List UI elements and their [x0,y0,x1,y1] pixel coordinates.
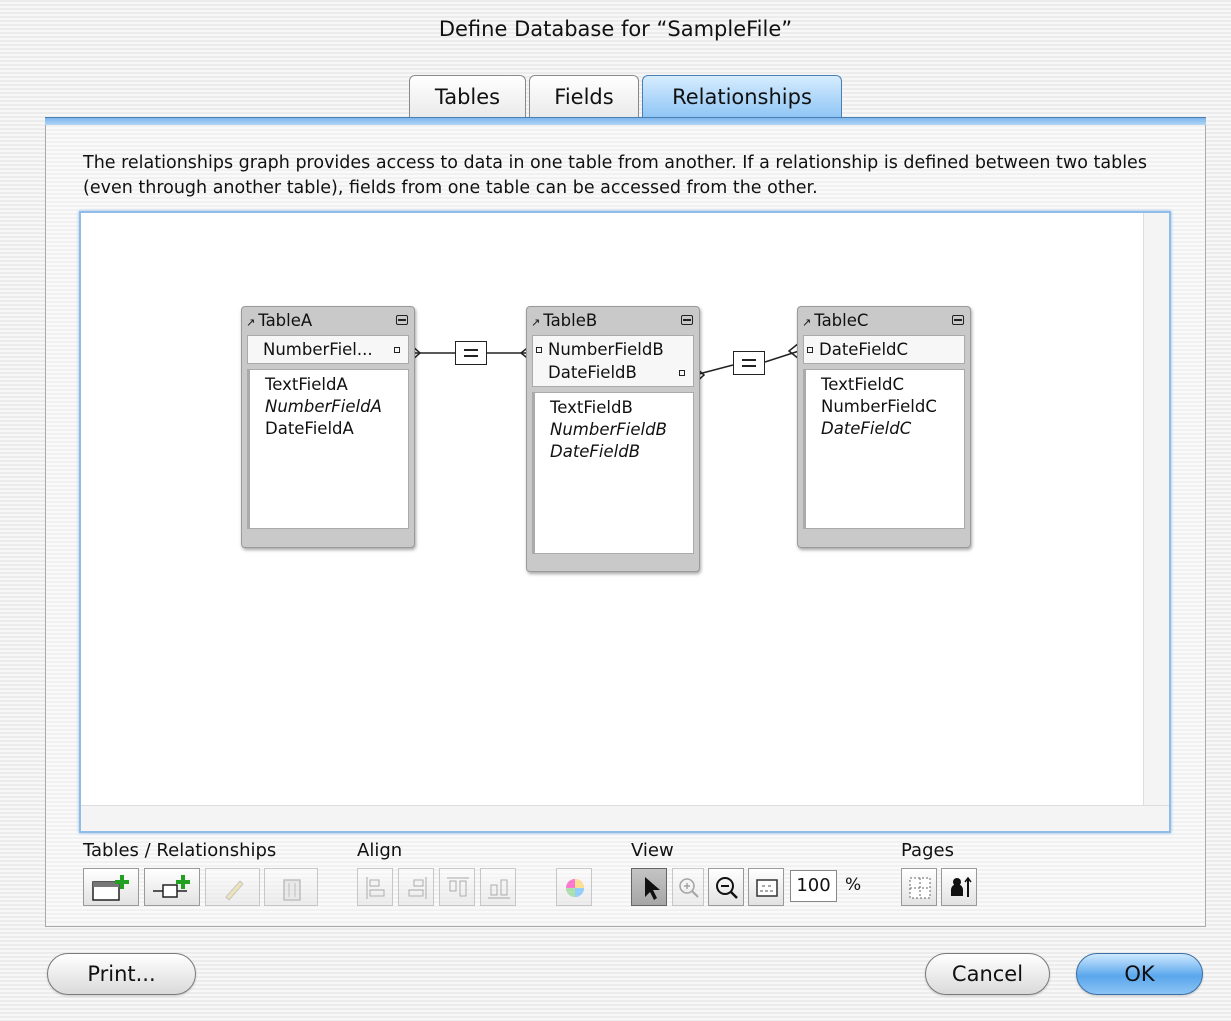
connector-icon [807,347,813,353]
pointer-icon [645,877,660,900]
horizontal-scrollbar[interactable] [81,805,1169,831]
table-occurrence-tableb[interactable]: ↗ TableB NumberFieldB DateFieldB TextFiel… [526,306,700,572]
edit-button[interactable] [205,868,260,906]
match-field[interactable]: DateFieldC [804,338,964,361]
page-breaks-icon [909,877,931,899]
match-fields: NumberFieldB DateFieldB [532,335,694,387]
collapse-icon[interactable] [681,315,693,325]
add-table-icon [92,875,129,901]
table-occurrence-tablea[interactable]: ↗ TableA NumberFiel... TextFieldA NumberF… [241,306,415,548]
add-table-button[interactable] [83,868,139,906]
tab-relationships[interactable]: Relationships [642,75,842,119]
match-field[interactable]: NumberFiel... [248,338,408,361]
match-field-label: DateFieldC [819,340,909,359]
delete-icon [283,879,301,901]
zoom-in-button[interactable] [672,868,704,906]
match-field[interactable]: DateFieldB [533,361,693,384]
field-item[interactable]: NumberFieldC [821,396,964,418]
align-right-icon [408,877,427,899]
field-item[interactable]: NumberFieldA [265,396,408,418]
tab-fields[interactable]: Fields [529,75,639,119]
align-right-button[interactable] [398,868,434,906]
table-header[interactable]: ↗ TableB [527,307,699,335]
match-fields: DateFieldC [803,335,965,364]
field-item[interactable]: TextFieldC [821,374,964,396]
field-item[interactable]: DateFieldC [821,418,964,440]
align-top-icon [447,877,469,897]
print-button[interactable]: Print... [47,953,196,995]
table-header[interactable]: ↗ TableA [242,307,414,335]
expand-arrow-icon: ↗ [802,316,812,329]
expand-arrow-icon: ↗ [246,316,256,329]
field-list: TextFieldA NumberFieldA DateFieldA [247,369,409,529]
field-item[interactable]: NumberFieldB [550,419,693,441]
add-relationship-icon [153,875,190,898]
match-field[interactable]: NumberFieldB [533,338,693,361]
connector-icon [394,347,400,353]
toolbar-label-pages: Pages [901,840,954,861]
field-item[interactable]: TextFieldA [265,374,408,396]
field-item[interactable]: DateFieldA [265,418,408,440]
relationship-operator-equal[interactable] [733,351,765,375]
match-field-label: NumberFiel... [263,340,373,359]
field-item[interactable]: DateFieldB [550,441,693,463]
page-setup-icon [951,876,972,897]
relationships-description: The relationships graph provides access … [83,153,1147,198]
zoom-percentage-field[interactable]: 100 [790,870,837,902]
collapse-icon[interactable] [396,315,408,325]
pointer-tool-button[interactable] [631,868,667,906]
tab-tables[interactable]: Tables [409,75,526,119]
align-top-button[interactable] [439,868,475,906]
align-left-icon [366,877,385,899]
align-left-button[interactable] [357,868,393,906]
connector-icon [679,370,685,376]
add-relationship-button[interactable] [144,868,200,906]
table-name: TableA [258,311,313,330]
relationships-graph[interactable]: ↗ TableA NumberFiel... TextFieldA NumberF… [79,211,1171,833]
ok-button[interactable]: OK [1076,953,1203,995]
color-button[interactable] [556,868,592,906]
toolbar-label-tables-relationships: Tables / Relationships [83,840,277,861]
table-name: TableB [543,311,598,330]
match-field-label: DateFieldB [548,363,637,382]
fit-window-icon [756,879,778,897]
field-item[interactable]: TextFieldB [550,397,693,419]
page-setup-button[interactable] [941,868,977,906]
match-field-label: NumberFieldB [548,340,664,359]
color-icon [566,879,584,897]
field-list: TextFieldC NumberFieldC DateFieldC [803,369,965,529]
connector-icon [536,347,542,353]
toolbar-label-view: View [631,840,674,861]
cancel-button[interactable]: Cancel [925,953,1050,995]
match-fields: NumberFiel... [247,335,409,364]
align-bottom-icon [488,879,510,899]
zoom-in-icon [679,878,699,898]
page-breaks-button[interactable] [901,868,937,906]
delete-button[interactable] [264,868,318,906]
fit-window-button[interactable] [748,868,784,906]
collapse-icon[interactable] [952,315,964,325]
relationship-operator-equal[interactable] [455,341,487,365]
zoom-out-button[interactable] [708,868,744,906]
table-header[interactable]: ↗ TableC [798,307,970,335]
window-title: Define Database for “SampleFile” [438,17,793,41]
toolbar-label-align: Align [357,840,403,861]
edit-icon [225,880,244,901]
expand-arrow-icon: ↗ [531,316,541,329]
table-name: TableC [814,311,869,330]
align-bottom-button[interactable] [480,868,516,906]
table-occurrence-tablec[interactable]: ↗ TableC DateFieldC TextFieldC NumberFiel… [797,306,971,548]
zoom-unit: % [845,875,862,895]
field-list: TextFieldB NumberFieldB DateFieldB [532,392,694,554]
zoom-out-icon [716,877,738,899]
